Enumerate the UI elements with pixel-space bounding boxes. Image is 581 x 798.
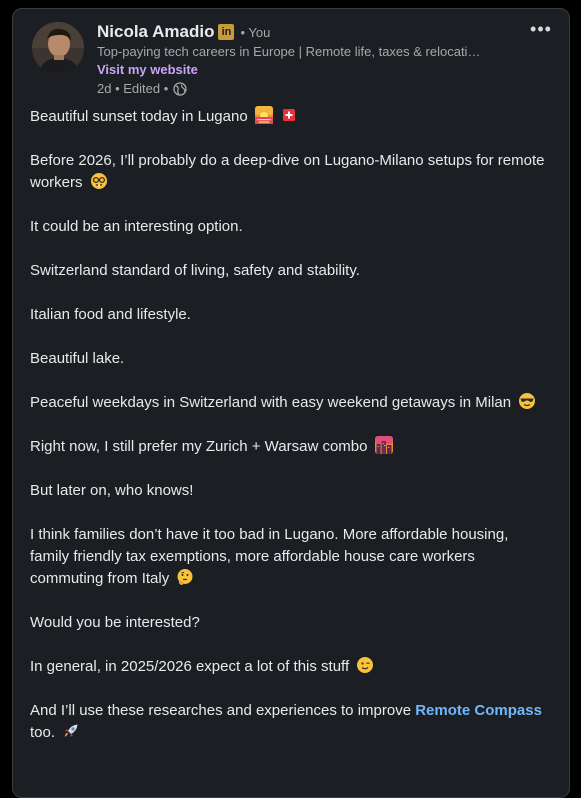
connection-degree: • You (240, 24, 271, 40)
post-paragraph: I think families don’t have it too bad i… (30, 526, 509, 587)
post-paragraph: It could be an interesting option. (30, 218, 243, 235)
author-name[interactable]: Nicola Amadio (97, 22, 214, 42)
post-paragraph: Before 2026, I’ll probably do a deep-div… (30, 152, 545, 191)
sunglasses-emoji (518, 392, 536, 410)
author-avatar[interactable] (32, 22, 84, 74)
post-body: Beautiful sunset today in Lugano Before … (30, 106, 550, 766)
linkedin-premium-icon: in (218, 24, 235, 40)
post-paragraph: Beautiful sunset today in Lugano (30, 106, 550, 128)
swiss-flag-emoji (280, 106, 298, 124)
post-paragraph: But later on, who knows! (30, 482, 194, 499)
post-paragraph-last: And I’ll use these researches and experi… (30, 702, 542, 741)
post-paragraph: Peaceful weekdays in Switzerland with ea… (30, 392, 550, 414)
globe-icon (173, 81, 187, 96)
nerd-face-emoji (90, 172, 108, 190)
post-card: Nicola Amadio in • You Top-paying tech c… (12, 8, 570, 798)
author-name-row: Nicola Amadio in • You (97, 22, 270, 42)
visit-website-link[interactable]: Visit my website (97, 62, 198, 77)
thinking-face-emoji (176, 568, 194, 586)
post-timestamp: 2d • Edited • (97, 81, 169, 96)
post-meta: 2d • Edited • (97, 81, 187, 96)
rocket-emoji (62, 722, 80, 740)
author-headline: Top-paying tech careers in Europe | Remo… (97, 44, 481, 59)
post-paragraph: Switzerland standard of living, safety a… (30, 262, 360, 279)
winking-face-emoji (356, 656, 374, 674)
remote-compass-link[interactable]: Remote Compass (415, 702, 542, 719)
avatar-photo (32, 22, 84, 74)
sunset-emoji (254, 106, 273, 124)
post-paragraph: In general, in 2025/2026 expect a lot of… (30, 656, 550, 678)
more-options-button[interactable]: ••• (529, 19, 553, 39)
post-paragraph: Would you be interested? (30, 614, 200, 631)
post-paragraph: Right now, I still prefer my Zurich + Wa… (30, 436, 550, 458)
cityscape-dusk-emoji (374, 436, 393, 454)
post-paragraph: Beautiful lake. (30, 350, 125, 367)
post-paragraph: Italian food and lifestyle. (30, 306, 191, 323)
